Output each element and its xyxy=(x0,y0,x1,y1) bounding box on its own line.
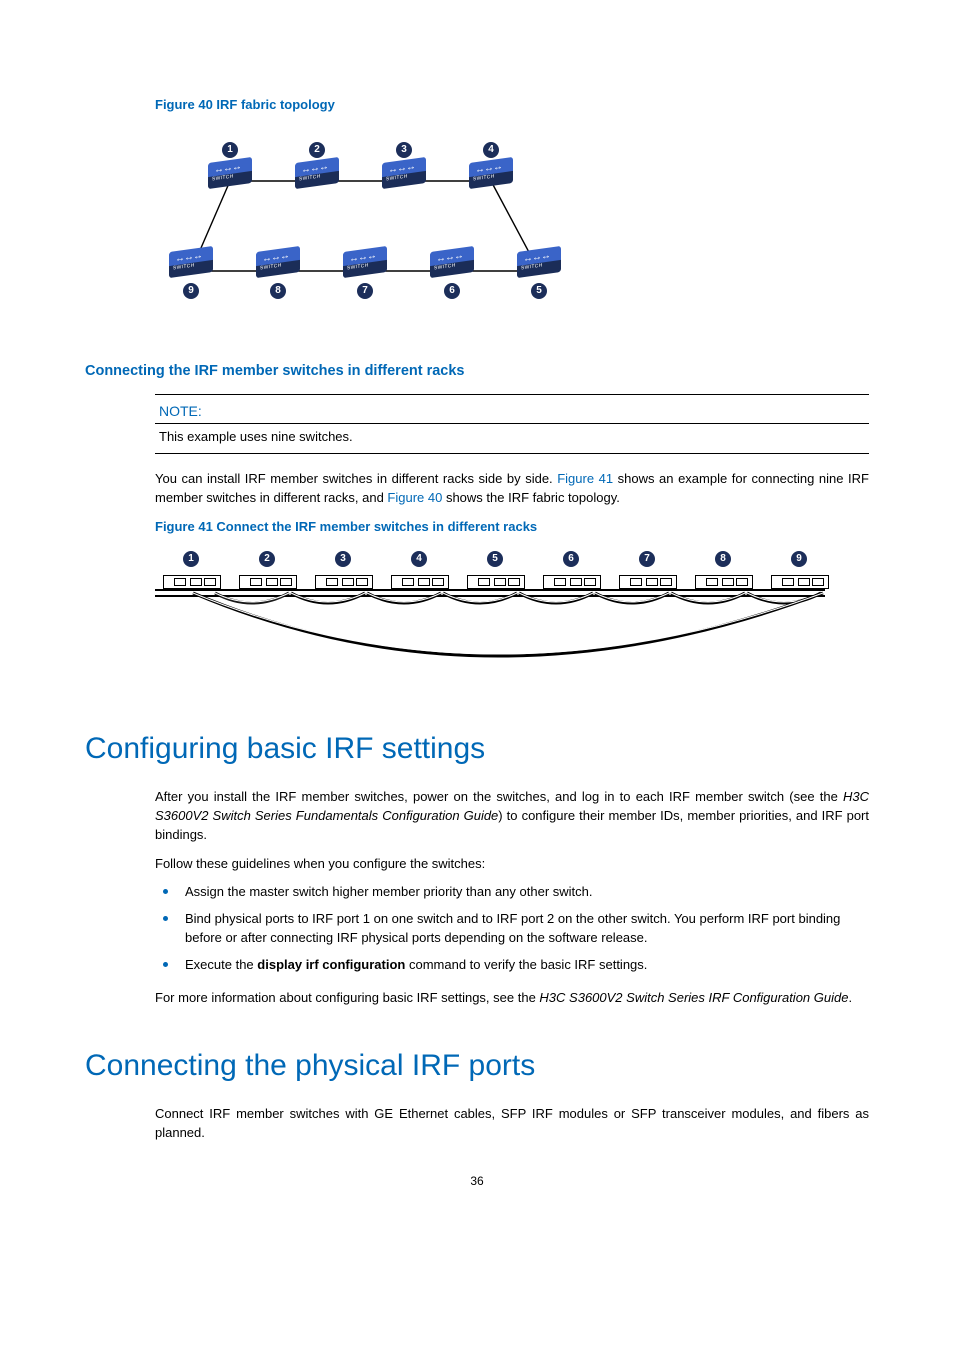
rack-badge-1: 1 xyxy=(183,551,199,567)
cmd-display-irf: display irf configuration xyxy=(257,957,405,972)
rack-badge-2: 2 xyxy=(259,551,275,567)
para-racks-intro: You can install IRF member switches in d… xyxy=(155,470,869,508)
switch-icon: ↔↔↔ SWITCH xyxy=(208,160,252,190)
badge-9: 9 xyxy=(183,283,199,299)
switch-node-8: ↔↔↔ SWITCH 8 xyxy=(255,249,301,299)
bullet-priority: Assign the master switch higher member p… xyxy=(155,883,869,902)
page-number: 36 xyxy=(85,1173,869,1190)
text: command to verify the basic IRF settings… xyxy=(405,957,647,972)
heading-connecting-racks: Connecting the IRF member switches in di… xyxy=(85,361,869,382)
rack-badge-8: 8 xyxy=(715,551,731,567)
rack-7 xyxy=(619,575,677,589)
switch-node-1: 1 ↔↔↔ SWITCH xyxy=(207,139,253,190)
badge-2: 2 xyxy=(309,142,325,158)
figure-40-caption: Figure 40 IRF fabric topology xyxy=(155,96,869,115)
bullet-bind-ports: Bind physical ports to IRF port 1 on one… xyxy=(155,910,869,948)
switch-icon: ↔↔↔ SWITCH xyxy=(343,249,387,279)
note-label: NOTE: xyxy=(155,395,869,424)
note-box: NOTE: This example uses nine switches. xyxy=(155,394,869,454)
figure-41-caption: Figure 41 Connect the IRF member switche… xyxy=(155,518,869,537)
rack-badge-9: 9 xyxy=(791,551,807,567)
rack-badge-4: 4 xyxy=(411,551,427,567)
rack-lines xyxy=(155,551,825,691)
switch-icon: ↔↔↔ SWITCH xyxy=(382,160,426,190)
switch-node-7: ↔↔↔ SWITCH 7 xyxy=(342,249,388,299)
switch-node-4: 4 ↔↔↔ SWITCH xyxy=(468,139,514,190)
link-figure-40[interactable]: Figure 40 xyxy=(387,490,442,505)
rack-badge-5: 5 xyxy=(487,551,503,567)
badge-8: 8 xyxy=(270,283,286,299)
switch-node-5: ↔↔↔ SWITCH 5 xyxy=(516,249,562,299)
switch-node-2: 2 ↔↔↔ SWITCH xyxy=(294,139,340,190)
figure-41-diagram: 1 2 3 4 5 6 7 8 9 xyxy=(155,551,825,691)
text: Execute the xyxy=(185,957,257,972)
text: shows the IRF fabric topology. xyxy=(442,490,620,505)
badge-3: 3 xyxy=(396,142,412,158)
rack-2 xyxy=(239,575,297,589)
rack-badge-6: 6 xyxy=(563,551,579,567)
para-config-3: For more information about configuring b… xyxy=(155,989,869,1008)
config-bullets: Assign the master switch higher member p… xyxy=(155,883,869,974)
rack-9 xyxy=(771,575,829,589)
section3-body: Connect IRF member switches with GE Ethe… xyxy=(155,1105,869,1143)
heading-connecting-ports: Connecting the physical IRF ports xyxy=(85,1044,869,1088)
rack-5 xyxy=(467,575,525,589)
rack-8 xyxy=(695,575,753,589)
switch-icon: ↔↔↔ SWITCH xyxy=(517,249,561,279)
switch-node-6: ↔↔↔ SWITCH 6 xyxy=(429,249,475,299)
rack-badge-3: 3 xyxy=(335,551,351,567)
text: You can install IRF member switches in d… xyxy=(155,471,557,486)
rack-6 xyxy=(543,575,601,589)
section2-body: After you install the IRF member switche… xyxy=(155,788,869,1008)
para-config-1: After you install the IRF member switche… xyxy=(155,788,869,845)
badge-7: 7 xyxy=(357,283,373,299)
badge-5: 5 xyxy=(531,283,547,299)
switch-icon: ↔↔↔ SWITCH xyxy=(295,160,339,190)
switch-icon: ↔↔↔ SWITCH xyxy=(469,160,513,190)
rack-3 xyxy=(315,575,373,589)
switch-node-3: 3 ↔↔↔ SWITCH xyxy=(381,139,427,190)
cite-irf-guide: H3C S3600V2 Switch Series IRF Configurat… xyxy=(539,990,848,1005)
heading-configuring-irf: Configuring basic IRF settings xyxy=(85,727,869,771)
switch-icon: ↔↔↔ SWITCH xyxy=(256,249,300,279)
para-ports-1: Connect IRF member switches with GE Ethe… xyxy=(155,1105,869,1143)
note-body: This example uses nine switches. xyxy=(155,424,869,453)
badge-1: 1 xyxy=(222,142,238,158)
link-figure-41[interactable]: Figure 41 xyxy=(557,471,613,486)
text: For more information about configuring b… xyxy=(155,990,539,1005)
figure-40-block: Figure 40 IRF fabric topology 1 xyxy=(155,96,869,331)
badge-6: 6 xyxy=(444,283,460,299)
rack-4 xyxy=(391,575,449,589)
text: . xyxy=(848,990,852,1005)
para-config-2: Follow these guidelines when you configu… xyxy=(155,855,869,874)
rack-1 xyxy=(163,575,221,589)
page: Figure 40 IRF fabric topology 1 xyxy=(0,0,954,1350)
note-and-body: NOTE: This example uses nine switches. Y… xyxy=(155,394,869,691)
figure-40-diagram: 1 ↔↔↔ SWITCH 2 ↔↔↔ SWITCH 3 xyxy=(167,131,562,331)
bullet-display-irf: Execute the display irf configuration co… xyxy=(155,956,869,975)
switch-icon: ↔↔↔ SWITCH xyxy=(169,249,213,279)
switch-icon: ↔↔↔ SWITCH xyxy=(430,249,474,279)
text: After you install the IRF member switche… xyxy=(155,789,843,804)
badge-4: 4 xyxy=(483,142,499,158)
switch-node-9: ↔↔↔ SWITCH 9 xyxy=(168,249,214,299)
rack-badge-7: 7 xyxy=(639,551,655,567)
